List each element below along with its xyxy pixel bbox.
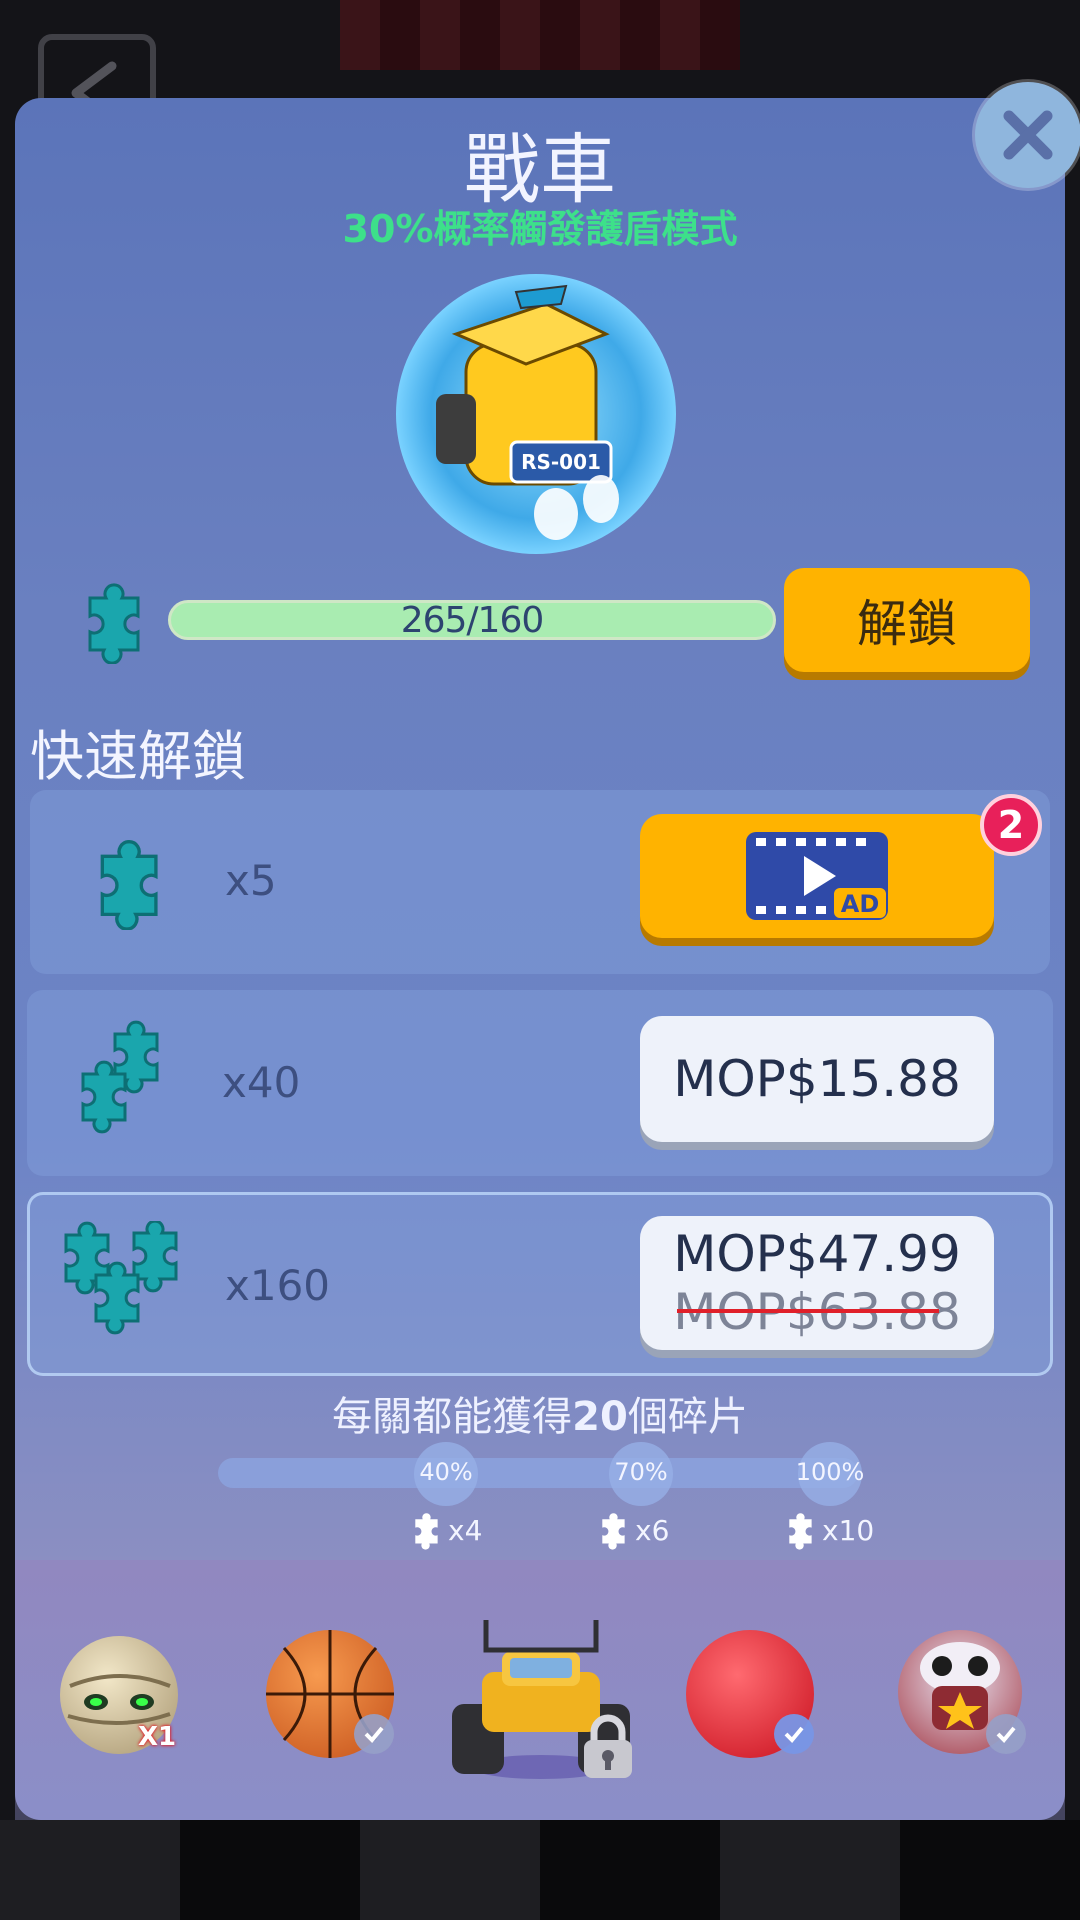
puzzle-pieces-icon [81,1020,159,1134]
background-track-top [340,0,740,70]
offer-quantity: x160 [225,1261,331,1310]
milestone-reward: x4 [406,1510,482,1550]
level-reward-text: 每關都能獲得20個碎片 [0,1384,1080,1442]
perk-description: 30%概率觸發護盾模式 [342,207,738,251]
reward-text-before: 每關都能獲得 [332,1394,573,1440]
buy-160-button[interactable]: MOP$47.99 MOP$63.88 [640,1216,994,1350]
offer-quantity: x5 [225,856,277,905]
milestone-reward-qty: x10 [822,1513,875,1547]
buy-40-button[interactable]: MOP$15.88 [640,1016,994,1142]
lock-icon [580,1712,636,1780]
price-label: MOP$15.88 [673,1050,961,1108]
level-progress-track [218,1458,858,1488]
item-count-tag: X1 [138,1722,177,1752]
milestone-label: 40% [419,1458,473,1486]
reward-count: 20 [572,1394,628,1440]
price-label: MOP$47.99 [673,1225,961,1283]
milestone-label: 100% [795,1458,865,1486]
reward-text-after: 個碎片 [627,1394,748,1440]
background-track-bottom [0,1820,1080,1920]
ad-label: AD [841,890,880,918]
puzzle-piece-icon [88,583,140,664]
milestone-reward: x10 [780,1510,874,1550]
video-ad-icon: AD [746,832,888,920]
progress-bar: 265/160 [168,599,776,641]
progress-text: 265/160 [400,599,545,641]
milestone-reward-qty: x6 [635,1513,670,1547]
milestone-label: 70% [614,1458,668,1486]
ad-count-badge: 2 [980,794,1042,856]
milestone-reward: x6 [593,1510,669,1550]
puzzle-piece-icon [415,1513,438,1550]
puzzle-piece-icon [602,1513,625,1550]
quick-unlock-title: 快速解鎖 [30,725,246,788]
watch-ad-button[interactable]: AD [640,814,994,938]
license-plate: RS-001 [521,450,601,474]
offer-quantity: x40 [222,1058,301,1107]
puzzle-piece-icon [789,1513,812,1550]
puzzle-pieces-icon [64,1221,178,1335]
mummy-ball-item[interactable]: X1 [60,1636,178,1754]
puzzle-piece-icon [100,840,158,930]
selected-check-icon [986,1714,1026,1754]
selected-check-icon [774,1714,814,1754]
original-price-label: MOP$63.88 [673,1283,961,1341]
milestone-reward-qty: x4 [448,1513,483,1547]
vehicle-preview: RS-001 [396,274,676,554]
unlock-button[interactable]: 解鎖 [784,568,1030,672]
selected-check-icon [354,1714,394,1754]
